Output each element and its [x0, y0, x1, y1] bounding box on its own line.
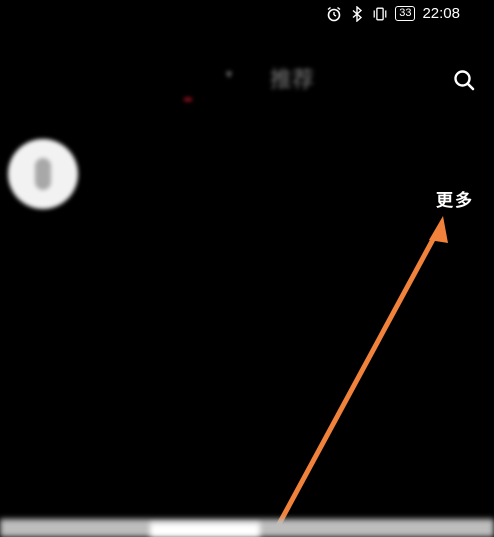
annotation-arrow	[275, 216, 448, 529]
bottom-navigation-highlight	[150, 523, 260, 537]
screen: 33 22:08 ▾ 推荐 更多	[0, 0, 494, 537]
annotation-arrow-head	[429, 216, 448, 243]
annotation-arrow-line	[275, 229, 440, 529]
